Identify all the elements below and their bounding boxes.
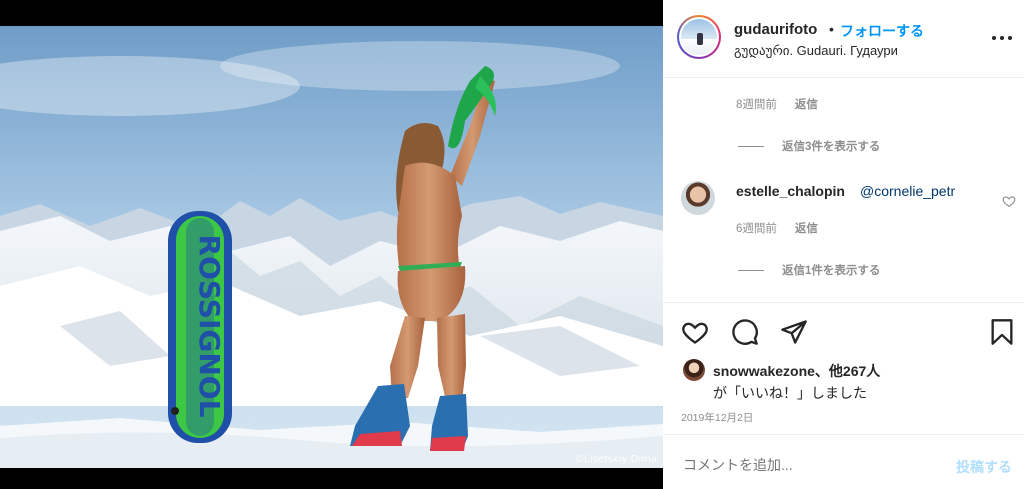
photo-credit: ©Lisetskiy Dima (574, 454, 657, 465)
view-replies-label: 返信3件を表示する (782, 141, 881, 153)
reply-button[interactable]: 返信 (795, 223, 818, 235)
view-replies-label: 返信1件を表示する (782, 265, 881, 277)
comments-section: 8週間前 返信 返信3件を表示する estelle_chalopin @corne… (663, 78, 1024, 302)
add-comment-bar: 投稿する (663, 434, 1024, 489)
post-date[interactable]: 2019年12月2日 (681, 410, 753, 425)
post-comment-button[interactable]: 投稿する (956, 457, 1012, 477)
separator-dot: • (829, 21, 834, 37)
comment-like-icon[interactable] (1002, 194, 1016, 208)
comment-mention[interactable]: @cornelie_petr (860, 183, 955, 199)
comment-meta: 6週間前 返信 (736, 220, 818, 236)
more-options-icon[interactable] (992, 28, 1012, 48)
view-replies-button[interactable]: 返信3件を表示する (738, 138, 880, 154)
location-link[interactable]: გუდაური. Gudauri. Гудаури (734, 43, 898, 59)
heart-icon[interactable] (681, 318, 709, 346)
profile-username[interactable]: gudaurifoto (734, 21, 817, 38)
commenter-username[interactable]: estelle_chalopin (736, 183, 845, 199)
comment-icon[interactable] (731, 318, 759, 346)
post-side-panel: gudaurifoto • フォローする გუდაური. Gudauri. Г… (663, 0, 1024, 489)
likes-count[interactable]: snowwakezone、他267人 (713, 361, 880, 381)
follow-button[interactable]: フォローする (840, 21, 924, 41)
view-replies-button[interactable]: 返信1件を表示する (738, 262, 880, 278)
reply-button[interactable]: 返信 (795, 99, 818, 111)
board-brand-text: ROSSIGNOL (193, 235, 226, 418)
snowboard: ROSSIGNOL (168, 211, 232, 443)
comment-input[interactable] (683, 457, 923, 473)
commenter-avatar[interactable] (681, 181, 715, 215)
profile-avatar[interactable] (677, 15, 721, 59)
comment-time: 8週間前 (736, 99, 777, 111)
post-header: gudaurifoto • フォローする გუდაური. Gudauri. Г… (663, 0, 1024, 78)
liker-avatar[interactable] (683, 359, 705, 381)
share-icon[interactable] (780, 318, 808, 346)
comment-meta: 8週間前 返信 (736, 96, 818, 112)
post-actions: snowwakezone、他267人 が「いいね！」しました 2019年12月2… (663, 302, 1024, 434)
bookmark-icon[interactable] (988, 318, 1016, 346)
comment-time: 6週間前 (736, 223, 777, 235)
post-photo[interactable]: ROSSIGNOL ©Lisetskiy Dima (0, 0, 663, 489)
snowboard-mountain-photo: ROSSIGNOL (0, 26, 663, 468)
likes-suffix: が「いいね！」しました (713, 385, 867, 401)
